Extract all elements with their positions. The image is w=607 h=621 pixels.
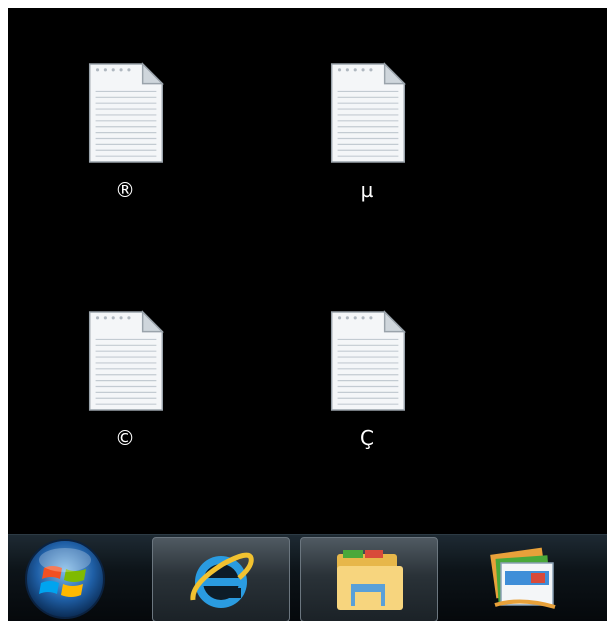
start-button[interactable] [24,538,106,620]
text-file-icon [88,310,165,411]
file-label: Ç [360,426,374,450]
text-file-icon [88,62,165,163]
mail-icon [490,547,556,609]
internet-explorer-icon [190,552,254,608]
taskbar-internet-explorer-button[interactable] [152,537,290,621]
taskbar [8,534,607,621]
desktop-file-icon-cedilla[interactable]: Ç [312,310,422,450]
screen: ® µ © Ç [0,0,607,621]
desktop: ® µ © Ç [8,8,607,534]
folder-library-icon [337,549,403,610]
desktop-file-icon-registered[interactable]: ® [70,62,180,202]
file-label: © [115,426,135,450]
desktop-file-icon-micro[interactable]: µ [312,62,422,202]
taskbar-windows-explorer-button[interactable] [300,537,438,621]
text-file-icon [330,62,407,163]
file-label: ® [115,178,135,202]
taskbar-mail-button[interactable] [448,537,598,620]
file-label: µ [360,178,374,202]
text-file-icon [330,310,407,411]
windows-start-orb-icon [25,539,105,619]
desktop-file-icon-copyright[interactable]: © [70,310,180,450]
